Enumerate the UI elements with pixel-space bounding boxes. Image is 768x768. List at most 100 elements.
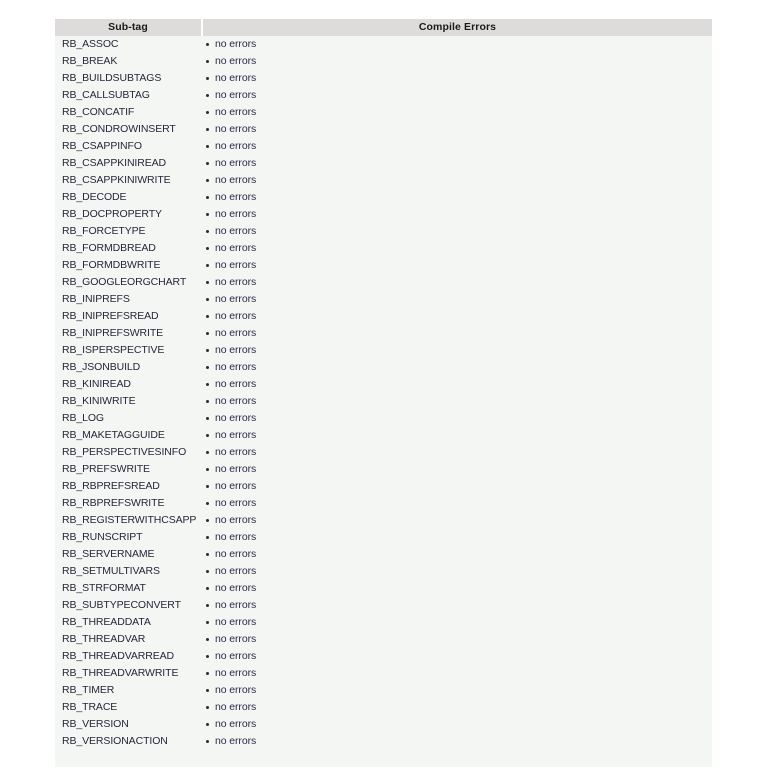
- status-bullet-row: no errors: [202, 223, 712, 240]
- subtag-name-cell: RB_BREAK: [55, 53, 202, 70]
- table-row: RB_KINIWRITE no errors: [55, 393, 712, 410]
- compile-errors-cell: no errors: [202, 699, 712, 716]
- compile-errors-cell: no errors: [202, 631, 712, 648]
- status-bullet-row: no errors: [202, 699, 712, 716]
- status-text: no errors: [215, 327, 257, 339]
- table-row: RB_PERSPECTIVESINFO no errors: [55, 444, 712, 461]
- table-row: RB_PREFSWRITE no errors: [55, 461, 712, 478]
- compile-errors-cell: no errors: [202, 189, 712, 206]
- subtag-name-cell: RB_RBPREFSWRITE: [55, 495, 202, 512]
- status-text: no errors: [215, 667, 257, 679]
- status-text: no errors: [215, 684, 257, 696]
- status-bullet-row: no errors: [202, 410, 712, 427]
- subtag-name-cell: RB_FORCETYPE: [55, 223, 202, 240]
- table-row: RB_GOOGLEORGCHART no errors: [55, 274, 712, 291]
- table-row: RB_LOG no errors: [55, 410, 712, 427]
- table-row: RB_VERSIONACTION no errors: [55, 733, 712, 750]
- status-bullet-row: no errors: [202, 359, 712, 376]
- bullet-dot-icon: [206, 43, 209, 46]
- subtag-name-cell: RB_VERSIONACTION: [55, 733, 202, 750]
- bullet-dot-icon: [206, 519, 209, 522]
- table-row: RB_THREADVAR no errors: [55, 631, 712, 648]
- bullet-dot-icon: [206, 247, 209, 250]
- compile-errors-cell: no errors: [202, 563, 712, 580]
- compile-errors-cell: no errors: [202, 104, 712, 121]
- status-bullet-row: no errors: [202, 104, 712, 121]
- status-text: no errors: [215, 225, 257, 237]
- status-bullet-row: no errors: [202, 444, 712, 461]
- table-row: RB_CONCATIF no errors: [55, 104, 712, 121]
- status-text: no errors: [215, 531, 257, 543]
- status-bullet-row: no errors: [202, 461, 712, 478]
- table-row: RB_CALLSUBTAG no errors: [55, 87, 712, 104]
- subtag-name-cell: RB_FORMDBREAD: [55, 240, 202, 257]
- subtag-name-cell: RB_ASSOC: [55, 36, 202, 53]
- spacer-cell: [202, 750, 712, 767]
- bullet-dot-icon: [206, 94, 209, 97]
- bullet-dot-icon: [206, 315, 209, 318]
- compile-errors-cell: no errors: [202, 716, 712, 733]
- compile-errors-cell: no errors: [202, 597, 712, 614]
- compile-errors-cell: no errors: [202, 478, 712, 495]
- subtag-name-cell: RB_RUNSCRIPT: [55, 529, 202, 546]
- status-text: no errors: [215, 599, 257, 611]
- table-row: RB_KINIREAD no errors: [55, 376, 712, 393]
- table-row: RB_RBPREFSWRITE no errors: [55, 495, 712, 512]
- status-bullet-row: no errors: [202, 665, 712, 682]
- subtag-name-cell: RB_TIMER: [55, 682, 202, 699]
- compile-errors-cell: no errors: [202, 70, 712, 87]
- bullet-dot-icon: [206, 485, 209, 488]
- status-bullet-row: no errors: [202, 87, 712, 104]
- bullet-dot-icon: [206, 672, 209, 675]
- subtag-name-cell: RB_SERVERNAME: [55, 546, 202, 563]
- status-bullet-row: no errors: [202, 189, 712, 206]
- status-bullet-row: no errors: [202, 53, 712, 70]
- status-text: no errors: [215, 735, 257, 747]
- compile-errors-cell: no errors: [202, 410, 712, 427]
- status-text: no errors: [215, 123, 257, 135]
- status-text: no errors: [215, 718, 257, 730]
- subtag-name-cell: RB_INIPREFS: [55, 291, 202, 308]
- table-row: RB_RBPREFSREAD no errors: [55, 478, 712, 495]
- status-bullet-row: no errors: [202, 495, 712, 512]
- table-row: RB_SUBTYPECONVERT no errors: [55, 597, 712, 614]
- status-text: no errors: [215, 633, 257, 645]
- table-row: RB_INIPREFSREAD no errors: [55, 308, 712, 325]
- table-bottom-spacer: [55, 750, 712, 767]
- column-header-subtag: Sub-tag: [55, 19, 203, 36]
- compile-errors-cell: no errors: [202, 121, 712, 138]
- table-row: RB_CSAPPINFO no errors: [55, 138, 712, 155]
- bullet-dot-icon: [206, 638, 209, 641]
- status-bullet-row: no errors: [202, 206, 712, 223]
- subtag-name-cell: RB_CSAPPKINIWRITE: [55, 172, 202, 189]
- compile-errors-cell: no errors: [202, 240, 712, 257]
- bullet-dot-icon: [206, 400, 209, 403]
- subtag-name-cell: RB_REGISTERWITHCSAPP: [55, 512, 202, 529]
- bullet-dot-icon: [206, 332, 209, 335]
- status-text: no errors: [215, 276, 257, 288]
- bullet-dot-icon: [206, 621, 209, 624]
- subtag-name-cell: RB_CONCATIF: [55, 104, 202, 121]
- compile-errors-cell: no errors: [202, 274, 712, 291]
- status-text: no errors: [215, 38, 257, 50]
- bullet-dot-icon: [206, 196, 209, 199]
- subtag-name-cell: RB_FORMDBWRITE: [55, 257, 202, 274]
- compile-errors-cell: no errors: [202, 614, 712, 631]
- status-text: no errors: [215, 106, 257, 118]
- status-text: no errors: [215, 55, 257, 67]
- page-root: Sub-tag Compile Errors RB_ASSOC no errors…: [0, 0, 768, 768]
- table-row: RB_MAKETAGGUIDE no errors: [55, 427, 712, 444]
- status-bullet-row: no errors: [202, 597, 712, 614]
- table-row: RB_CSAPPKINIWRITE no errors: [55, 172, 712, 189]
- spacer-cell: [55, 750, 202, 767]
- bullet-dot-icon: [206, 689, 209, 692]
- bullet-dot-icon: [206, 111, 209, 114]
- status-text: no errors: [215, 480, 257, 492]
- status-text: no errors: [215, 361, 257, 373]
- status-bullet-row: no errors: [202, 546, 712, 563]
- status-bullet-row: no errors: [202, 733, 712, 750]
- status-text: no errors: [215, 242, 257, 254]
- subtag-name-cell: RB_THREADVARREAD: [55, 648, 202, 665]
- table-header-row: Sub-tag Compile Errors: [55, 19, 712, 36]
- status-bullet-row: no errors: [202, 138, 712, 155]
